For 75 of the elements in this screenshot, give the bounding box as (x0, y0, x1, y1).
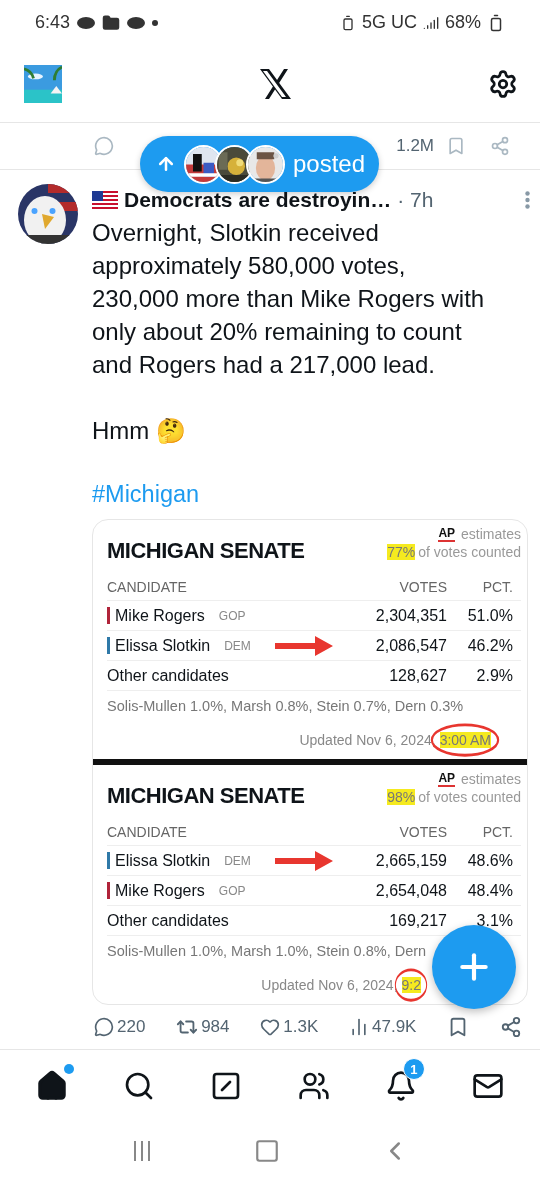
chart-title: MICHIGAN SENATE (107, 783, 305, 809)
vote-percentage: 46.2% (466, 636, 513, 655)
vote-percentage: 3.1% (475, 911, 513, 930)
network-label: 5G UC (361, 12, 417, 33)
updated-time: 9:2 (401, 977, 421, 993)
signal-icon (422, 14, 439, 31)
home-icon (35, 1070, 68, 1102)
planet-icon (126, 15, 147, 30)
estimate-label: estimates (461, 771, 521, 787)
party-label: GOP (218, 608, 246, 623)
planet-icon (76, 15, 97, 30)
post-time: · 7h (397, 188, 434, 212)
clock: 6:43 (35, 12, 71, 33)
repost-button[interactable]: 984 (176, 1016, 230, 1038)
x-logo (259, 68, 291, 99)
heart-icon (260, 1017, 281, 1037)
more-icon (525, 191, 530, 209)
post-text: Overnight, Slotkin received approximately 580,000 votes, 230,000 more than Mike Rogers with only about 20% remaining to count and Rogers had a 217,000 lead. (92, 218, 486, 380)
column-header: CANDIDATE (107, 579, 187, 595)
speech-bubble-icon (94, 1017, 114, 1037)
counted-percentage: 77% (387, 544, 416, 560)
column-header: VOTES (398, 579, 447, 595)
settings-button[interactable] (488, 68, 518, 99)
vote-count: 2,654,048 (374, 881, 447, 900)
communities-icon (297, 1070, 330, 1102)
column-header: VOTES (398, 824, 447, 840)
folder-icon (102, 13, 121, 32)
battery-percentage: 68% (444, 12, 481, 33)
view-count: 1.2M (396, 136, 434, 156)
vote-count: 2,665,159 (374, 851, 447, 870)
column-header: PCT. (481, 824, 513, 840)
search-icon (123, 1070, 155, 1102)
other-candidates-note: Solis-Mullen 1.0%, Marsh 0.8%, Stein 0.7%, Dern 0.3% (107, 697, 465, 716)
column-header: CANDIDATE (107, 824, 187, 840)
candidate-name: Mike Rogers (115, 606, 205, 625)
counted-percentage: 98% (387, 789, 416, 805)
vote-percentage: 2.9% (475, 666, 513, 685)
candidate-name: Mike Rogers (115, 881, 205, 900)
like-button[interactable]: 1.3K (260, 1017, 319, 1037)
party-label: DEM (224, 638, 251, 653)
share-button[interactable] (500, 1016, 522, 1038)
vote-count: 169,217 (388, 911, 447, 930)
source-logo: AP (438, 771, 456, 787)
candidate-name: Elissa Slotkin (115, 636, 211, 655)
vote-count: 2,304,351 (374, 606, 447, 625)
updated-time: 3:00 AM (439, 732, 491, 748)
arrow-annotation (275, 634, 333, 657)
flag-icon (92, 191, 118, 209)
candidate-name: Elissa Slotkin (115, 851, 211, 870)
counted-label: of votes counted (418, 544, 521, 560)
party-label: DEM (224, 853, 251, 868)
estimate-label: estimates (461, 526, 521, 542)
dot-icon (152, 19, 159, 26)
chart-title: MICHIGAN SENATE (107, 538, 305, 564)
column-header: PCT. (481, 579, 513, 595)
vote-percentage: 48.6% (466, 851, 513, 870)
other-candidates-note: Solis-Mullen 1.0%, Marsh 1.0%, Stein 0.8%, Dern (107, 942, 428, 961)
vote-percentage: 51.0% (466, 606, 513, 625)
profile-avatar[interactable] (24, 64, 62, 103)
more-button[interactable] (525, 191, 530, 209)
arrow-annotation (275, 849, 333, 872)
party-label: GOP (218, 883, 246, 898)
candidate-name: Other candidates (107, 911, 229, 930)
post-text: Hmm 🤔 (92, 416, 187, 446)
source-logo: AP (438, 526, 456, 542)
vote-percentage: 48.4% (466, 881, 513, 900)
candidate-name: Other candidates (107, 666, 229, 685)
home-button[interactable] (254, 1138, 280, 1164)
post-image[interactable] (92, 519, 528, 1005)
notification-badge: 1 (402, 1058, 425, 1080)
views-button[interactable]: 47.9K (349, 1017, 417, 1037)
counted-label: of votes counted (418, 789, 521, 805)
vote-count: 128,627 (388, 666, 447, 685)
vote-count: 2,086,547 (374, 636, 447, 655)
reply-button[interactable]: 220 (94, 1017, 146, 1037)
